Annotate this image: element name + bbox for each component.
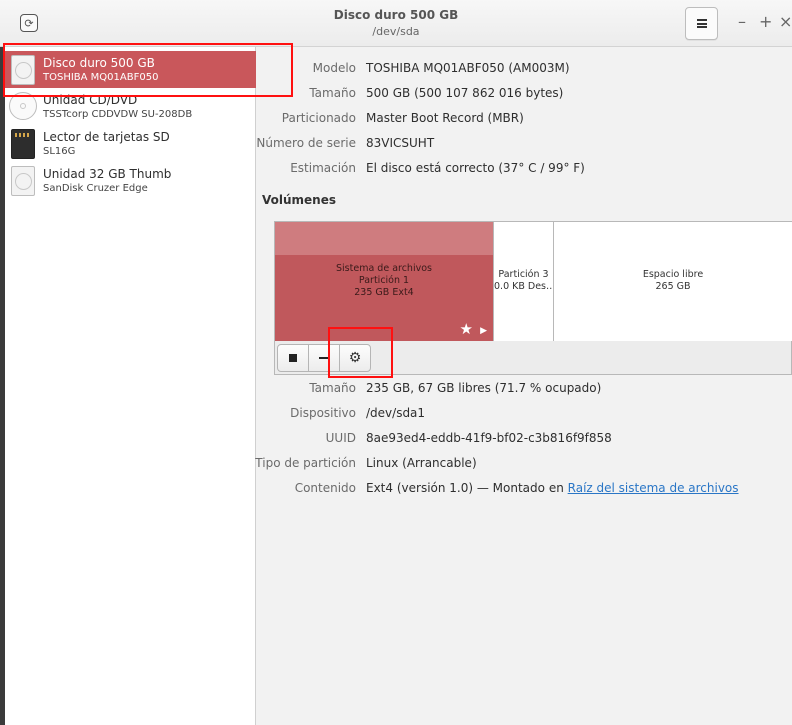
device-model: TOSHIBA MQ01ABF050: [43, 72, 159, 83]
partition-uuid-row: UUID 8ae93ed4-eddb-41f9-bf02-c3b816f9f85…: [256, 428, 792, 448]
star-icon: ★: [459, 320, 473, 338]
device-item-sd-reader[interactable]: Lector de tarjetas SD SL16G: [5, 125, 256, 162]
field-value: Master Boot Record (MBR): [366, 111, 524, 125]
device-model: SL16G: [43, 146, 76, 157]
partition-device-row: Dispositivo /dev/sda1: [256, 403, 792, 423]
drive-assessment-row: Estimación El disco está correcto (37° C…: [256, 158, 792, 178]
field-value: El disco está correcto (37° C / 99° F): [366, 161, 585, 175]
optical-drive-icon: [9, 92, 37, 120]
segment-line: Espacio libre: [642, 269, 704, 280]
maximize-button[interactable]: +: [759, 13, 772, 31]
drive-serial-row: Número de serie 83VICSUHT: [256, 133, 792, 153]
unmount-button[interactable]: [277, 344, 309, 372]
device-name: Unidad 32 GB Thumb: [43, 167, 172, 181]
minus-icon: [319, 357, 329, 359]
field-value: 83VICSUHT: [366, 136, 435, 150]
field-value: Ext4 (versión 1.0) — Montado en Raíz del…: [366, 481, 739, 495]
field-value: 500 GB (500 107 862 016 bytes): [366, 86, 564, 100]
drive-details-pane: Modelo TOSHIBA MQ01ABF050 (AM003M) Tamañ…: [255, 47, 792, 725]
field-value: TOSHIBA MQ01ABF050 (AM003M): [366, 61, 570, 75]
device-item-hard-disk[interactable]: Disco duro 500 GB TOSHIBA MQ01ABF050: [5, 51, 256, 88]
partition-type-row: Tipo de partición Linux (Arrancable): [255, 453, 792, 473]
field-label: Modelo: [312, 61, 356, 75]
volume-segment-label: Partición 3 0.0 KB Des…: [494, 269, 553, 293]
volume-segment-partition-1[interactable]: Sistema de archivos Partición 1 235 GB E…: [275, 222, 494, 341]
volume-segment-partition-3[interactable]: Partición 3 0.0 KB Des…: [494, 222, 554, 341]
segment-line: 265 GB: [655, 281, 691, 292]
device-name: Disco duro 500 GB: [43, 56, 155, 70]
field-label: Tamaño: [309, 86, 356, 100]
segment-line: Sistema de archivos: [336, 263, 432, 274]
contents-text: Ext4 (versión 1.0) — Montado en: [366, 481, 564, 495]
volume-segment-free-space[interactable]: Espacio libre 265 GB: [554, 222, 792, 341]
volume-segment-label: Sistema de archivos Partición 1 235 GB E…: [275, 263, 493, 299]
mount-point-link[interactable]: Raíz del sistema de archivos: [568, 481, 739, 495]
field-label: Número de serie: [256, 136, 356, 150]
field-label: Particionado: [281, 111, 356, 125]
gear-icon: ⚙: [348, 350, 362, 366]
delete-partition-button[interactable]: [308, 344, 340, 372]
window-title: Disco duro 500 GB: [333, 8, 459, 22]
device-name: Unidad CD/DVD: [43, 93, 138, 107]
drive-partitioning-row: Particionado Master Boot Record (MBR): [256, 108, 792, 128]
drive-size-row: Tamaño 500 GB (500 107 862 016 bytes): [256, 83, 792, 103]
window-title-area: Disco duro 500 GB /dev/sda: [0, 8, 792, 38]
field-label: UUID: [325, 431, 356, 445]
device-model: TSSTcorp CDDVDW SU-208DB: [43, 109, 193, 120]
volumes-heading: Volúmenes: [262, 193, 336, 207]
menu-icon: [696, 19, 707, 28]
device-item-usb-thumb[interactable]: Unidad 32 GB Thumb SanDisk Cruzer Edge: [5, 162, 256, 199]
partition-options-button[interactable]: ⚙: [339, 344, 371, 372]
device-item-optical[interactable]: Unidad CD/DVD TSSTcorp CDDVDW SU-208DB: [5, 88, 256, 125]
hard-disk-icon: [11, 55, 35, 85]
field-value: Linux (Arrancable): [366, 456, 477, 470]
minimize-button[interactable]: –: [738, 13, 746, 31]
device-name: Lector de tarjetas SD: [43, 130, 170, 144]
field-label: Contenido: [294, 481, 356, 495]
field-value: 8ae93ed4-eddb-41f9-bf02-c3b816f9f858: [366, 431, 612, 445]
field-label: Tipo de partición: [255, 456, 356, 470]
volume-segment-label: Espacio libre 265 GB: [554, 269, 792, 293]
window-subtitle: /dev/sda: [372, 25, 420, 38]
title-bar: ⟳ Disco duro 500 GB /dev/sda – + ×: [0, 0, 792, 47]
volume-toolbar: ⚙: [277, 344, 371, 372]
segment-line: 235 GB Ext4: [354, 287, 414, 298]
usb-drive-icon: [11, 166, 35, 196]
segment-line: Partición 3: [498, 269, 549, 280]
volumes-panel: Sistema de archivos Partición 1 235 GB E…: [274, 221, 792, 375]
field-value: 235 GB, 67 GB libres (71.7 % ocupado): [366, 381, 602, 395]
drive-model-row: Modelo TOSHIBA MQ01ABF050 (AM003M): [256, 58, 792, 78]
stop-icon: [289, 354, 297, 362]
segment-line: 0.0 KB Des…: [494, 281, 553, 292]
field-value: /dev/sda1: [366, 406, 426, 420]
device-sidebar: Disco duro 500 GB TOSHIBA MQ01ABF050 Uni…: [5, 47, 256, 725]
volume-container-band: [275, 222, 493, 255]
play-icon: ▶: [480, 326, 487, 336]
field-label: Dispositivo: [290, 406, 356, 420]
device-model: SanDisk Cruzer Edge: [43, 183, 148, 194]
field-label: Tamaño: [309, 381, 356, 395]
volume-map: Sistema de archivos Partición 1 235 GB E…: [275, 222, 792, 341]
partition-size-row: Tamaño 235 GB, 67 GB libres (71.7 % ocup…: [256, 378, 792, 398]
hamburger-menu-button[interactable]: [685, 7, 718, 40]
partition-contents-row: Contenido Ext4 (versión 1.0) — Montado e…: [256, 478, 792, 498]
close-button[interactable]: ×: [779, 13, 792, 31]
sd-card-icon: [11, 129, 35, 159]
segment-line: Partición 1: [358, 275, 410, 286]
field-label: Estimación: [290, 161, 356, 175]
